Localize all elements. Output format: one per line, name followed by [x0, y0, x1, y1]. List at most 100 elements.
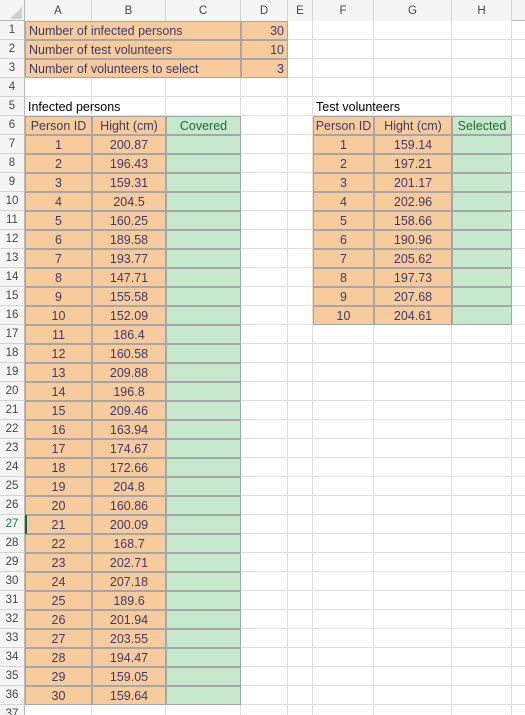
infected-covered-29[interactable]	[166, 667, 241, 686]
infected-covered-7[interactable]	[166, 249, 241, 268]
infected-id-16[interactable]: 16	[25, 420, 92, 439]
volunteer-selected-9[interactable]	[452, 287, 512, 306]
volunteer-selected-6[interactable]	[452, 230, 512, 249]
volunteer-id-6[interactable]: 6	[313, 230, 374, 249]
infected-id-8[interactable]: 8	[25, 268, 92, 287]
infected-id-28[interactable]: 28	[25, 648, 92, 667]
infected-id-24[interactable]: 24	[25, 572, 92, 591]
row-header-36[interactable]: 36	[0, 686, 25, 705]
infected-covered-21[interactable]	[166, 515, 241, 534]
volunteers-header-0[interactable]: Person ID	[313, 116, 374, 135]
infected-covered-11[interactable]	[166, 325, 241, 344]
infected-covered-19[interactable]	[166, 477, 241, 496]
infected-id-11[interactable]: 11	[25, 325, 92, 344]
infected-covered-14[interactable]	[166, 382, 241, 401]
summary-value-1[interactable]: 30	[241, 21, 288, 40]
infected-height-20[interactable]: 160.86	[92, 496, 166, 515]
row-header-21[interactable]: 21	[0, 401, 25, 420]
row-header-35[interactable]: 35	[0, 667, 25, 686]
row-header-8[interactable]: 8	[0, 154, 25, 173]
volunteer-id-9[interactable]: 9	[313, 287, 374, 306]
infected-height-10[interactable]: 152.09	[92, 306, 166, 325]
row-header-22[interactable]: 22	[0, 420, 25, 439]
infected-height-6[interactable]: 189.58	[92, 230, 166, 249]
volunteer-height-5[interactable]: 158.66	[374, 211, 452, 230]
row-header-33[interactable]: 33	[0, 629, 25, 648]
infected-id-4[interactable]: 4	[25, 192, 92, 211]
row-header-19[interactable]: 19	[0, 363, 25, 382]
volunteer-id-4[interactable]: 4	[313, 192, 374, 211]
infected-id-6[interactable]: 6	[25, 230, 92, 249]
infected-height-29[interactable]: 159.05	[92, 667, 166, 686]
summary-value-3[interactable]: 3	[241, 59, 288, 78]
row-header-10[interactable]: 10	[0, 192, 25, 211]
row-header-13[interactable]: 13	[0, 249, 25, 268]
infected-id-7[interactable]: 7	[25, 249, 92, 268]
infected-height-18[interactable]: 172.66	[92, 458, 166, 477]
infected-height-5[interactable]: 160.25	[92, 211, 166, 230]
column-header-h[interactable]: H	[452, 0, 512, 21]
infected-id-2[interactable]: 2	[25, 154, 92, 173]
volunteer-id-2[interactable]: 2	[313, 154, 374, 173]
row-header-18[interactable]: 18	[0, 344, 25, 363]
infected-covered-5[interactable]	[166, 211, 241, 230]
volunteer-height-4[interactable]: 202.96	[374, 192, 452, 211]
summary-label-3[interactable]: Number of volunteers to select	[25, 59, 241, 78]
infected-height-16[interactable]: 163.94	[92, 420, 166, 439]
row-header-25[interactable]: 25	[0, 477, 25, 496]
row-header-2[interactable]: 2	[0, 40, 25, 59]
volunteer-height-9[interactable]: 207.68	[374, 287, 452, 306]
infected-covered-1[interactable]	[166, 135, 241, 154]
volunteers-header-1[interactable]: Hight (cm)	[374, 116, 452, 135]
infected-id-5[interactable]: 5	[25, 211, 92, 230]
row-header-30[interactable]: 30	[0, 572, 25, 591]
infected-height-21[interactable]: 200.09	[92, 515, 166, 534]
row-header-26[interactable]: 26	[0, 496, 25, 515]
infected-covered-23[interactable]	[166, 553, 241, 572]
infected-covered-12[interactable]	[166, 344, 241, 363]
infected-id-22[interactable]: 22	[25, 534, 92, 553]
infected-height-4[interactable]: 204.5	[92, 192, 166, 211]
summary-label-1[interactable]: Number of infected persons	[25, 21, 241, 40]
infected-height-12[interactable]: 160.58	[92, 344, 166, 363]
infected-height-11[interactable]: 186.4	[92, 325, 166, 344]
infected-header-0[interactable]: Person ID	[25, 116, 92, 135]
infected-covered-9[interactable]	[166, 287, 241, 306]
infected-id-1[interactable]: 1	[25, 135, 92, 154]
column-header-f[interactable]: F	[313, 0, 374, 21]
volunteer-selected-8[interactable]	[452, 268, 512, 287]
volunteer-height-3[interactable]: 201.17	[374, 173, 452, 192]
column-header-d[interactable]: D	[241, 0, 288, 21]
infected-height-27[interactable]: 203.55	[92, 629, 166, 648]
volunteer-height-6[interactable]: 190.96	[374, 230, 452, 249]
row-header-7[interactable]: 7	[0, 135, 25, 154]
volunteer-id-10[interactable]: 10	[313, 306, 374, 325]
row-header-4[interactable]: 4	[0, 78, 25, 97]
volunteer-selected-10[interactable]	[452, 306, 512, 325]
volunteer-selected-3[interactable]	[452, 173, 512, 192]
volunteer-height-1[interactable]: 159.14	[374, 135, 452, 154]
infected-covered-20[interactable]	[166, 496, 241, 515]
row-header-31[interactable]: 31	[0, 591, 25, 610]
infected-covered-22[interactable]	[166, 534, 241, 553]
row-header-34[interactable]: 34	[0, 648, 25, 667]
infected-height-13[interactable]: 209.88	[92, 363, 166, 382]
infected-id-20[interactable]: 20	[25, 496, 92, 515]
volunteer-id-3[interactable]: 3	[313, 173, 374, 192]
infected-height-19[interactable]: 204.8	[92, 477, 166, 496]
infected-id-25[interactable]: 25	[25, 591, 92, 610]
column-header-c[interactable]: C	[166, 0, 241, 21]
infected-height-30[interactable]: 159.64	[92, 686, 166, 705]
infected-height-14[interactable]: 196.8	[92, 382, 166, 401]
infected-covered-18[interactable]	[166, 458, 241, 477]
select-all-button[interactable]	[0, 0, 25, 21]
volunteer-selected-5[interactable]	[452, 211, 512, 230]
row-header-12[interactable]: 12	[0, 230, 25, 249]
row-header-29[interactable]: 29	[0, 553, 25, 572]
volunteer-selected-7[interactable]	[452, 249, 512, 268]
infected-height-17[interactable]: 174.67	[92, 439, 166, 458]
infected-covered-17[interactable]	[166, 439, 241, 458]
infected-id-14[interactable]: 14	[25, 382, 92, 401]
row-header-20[interactable]: 20	[0, 382, 25, 401]
infected-id-12[interactable]: 12	[25, 344, 92, 363]
